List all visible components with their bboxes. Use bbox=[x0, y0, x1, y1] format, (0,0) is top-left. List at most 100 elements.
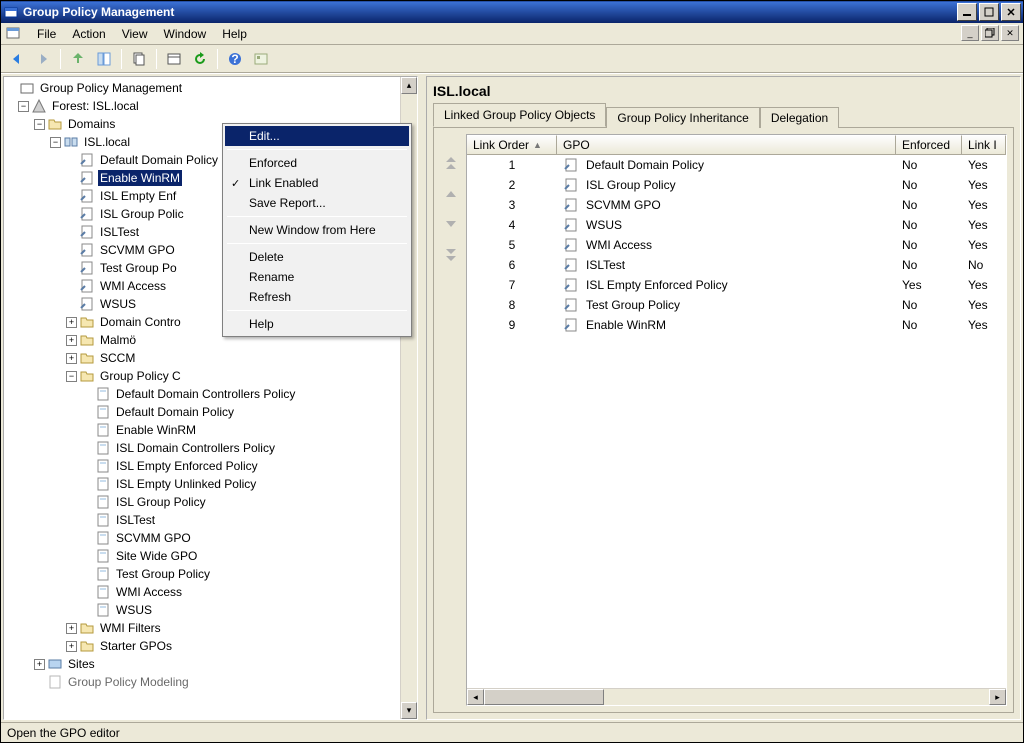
tree-gpo[interactable]: ISL Domain Controllers Policy bbox=[6, 439, 415, 457]
maximize-button[interactable] bbox=[979, 3, 999, 21]
list-row[interactable]: 6ISLTestNoNo bbox=[467, 255, 1006, 275]
back-button[interactable] bbox=[5, 47, 29, 71]
collapse-icon[interactable]: − bbox=[18, 101, 29, 112]
expand-icon[interactable]: + bbox=[66, 335, 77, 346]
tree-gp-modeling[interactable]: Group Policy Modeling bbox=[6, 673, 415, 691]
menu-file[interactable]: File bbox=[29, 25, 64, 43]
forward-button[interactable] bbox=[31, 47, 55, 71]
mdi-restore-button[interactable] bbox=[981, 25, 999, 41]
scroll-left-button[interactable]: ◂ bbox=[467, 689, 484, 705]
ctx-link-enabled[interactable]: ✓Link Enabled bbox=[225, 173, 409, 193]
collapse-icon[interactable]: − bbox=[50, 137, 61, 148]
gpo-link-icon bbox=[563, 237, 579, 253]
ctx-new-window[interactable]: New Window from Here bbox=[225, 220, 409, 240]
move-top-button[interactable] bbox=[441, 154, 461, 174]
tree-gpo[interactable]: Default Domain Controllers Policy bbox=[6, 385, 415, 403]
move-down-button[interactable] bbox=[441, 214, 461, 234]
gpo-link-icon bbox=[79, 296, 95, 312]
gpo-icon bbox=[95, 530, 111, 546]
tree-gpo[interactable]: ISL Group Policy bbox=[6, 493, 415, 511]
list-row[interactable]: 3SCVMM GPONoYes bbox=[467, 195, 1006, 215]
tree-forest[interactable]: − Forest: ISL.local bbox=[6, 97, 415, 115]
scroll-up-button[interactable]: ▴ bbox=[401, 77, 417, 94]
collapse-icon[interactable]: − bbox=[34, 119, 45, 130]
move-bottom-button[interactable] bbox=[441, 244, 461, 264]
gpo-list: Link Order▲ GPO Enforced Link I 1Default… bbox=[466, 134, 1007, 706]
properties-button[interactable] bbox=[162, 47, 186, 71]
tree-gpo[interactable]: Default Domain Policy bbox=[6, 403, 415, 421]
collapse-icon[interactable]: − bbox=[66, 371, 77, 382]
up-button[interactable] bbox=[66, 47, 90, 71]
scroll-down-button[interactable]: ▾ bbox=[401, 702, 417, 719]
scroll-thumb[interactable] bbox=[484, 689, 604, 705]
cell-gpo: WMI Access bbox=[557, 237, 896, 253]
splitter[interactable] bbox=[420, 74, 424, 722]
tree-gpo[interactable]: ISL Empty Unlinked Policy bbox=[6, 475, 415, 493]
tree-gpo[interactable]: ISL Empty Enforced Policy bbox=[6, 457, 415, 475]
expand-icon[interactable]: + bbox=[66, 317, 77, 328]
menu-view[interactable]: View bbox=[114, 25, 156, 43]
tab-gp-inheritance[interactable]: Group Policy Inheritance bbox=[606, 107, 759, 128]
list-hscroll[interactable]: ◂ ▸ bbox=[467, 688, 1006, 705]
tree-node-label: Malmö bbox=[98, 332, 138, 348]
list-row[interactable]: 9Enable WinRMNoYes bbox=[467, 315, 1006, 335]
tree-root[interactable]: Group Policy Management bbox=[6, 79, 415, 97]
tree-gpo[interactable]: SCVMM GPO bbox=[6, 529, 415, 547]
ctx-edit[interactable]: Edit... bbox=[225, 126, 409, 146]
menubar: File Action View Window Help _ ✕ bbox=[1, 23, 1023, 45]
list-body: 1Default Domain PolicyNoYes2ISL Group Po… bbox=[467, 155, 1006, 688]
list-row[interactable]: 5WMI AccessNoYes bbox=[467, 235, 1006, 255]
expand-icon[interactable]: + bbox=[34, 659, 45, 670]
expand-icon[interactable]: + bbox=[66, 641, 77, 652]
col-link-order[interactable]: Link Order▲ bbox=[467, 135, 557, 154]
tree-gpo[interactable]: ISLTest bbox=[6, 511, 415, 529]
tree-gpo[interactable]: Test Group Policy bbox=[6, 565, 415, 583]
options-button[interactable] bbox=[249, 47, 273, 71]
refresh-button[interactable] bbox=[188, 47, 212, 71]
list-row[interactable]: 1Default Domain PolicyNoYes bbox=[467, 155, 1006, 175]
list-row[interactable]: 2ISL Group PolicyNoYes bbox=[467, 175, 1006, 195]
tree-node-label: WMI Access bbox=[98, 278, 168, 294]
expand-icon[interactable]: + bbox=[66, 623, 77, 634]
ctx-refresh[interactable]: Refresh bbox=[225, 287, 409, 307]
cell-enforced: No bbox=[896, 158, 962, 172]
menu-action[interactable]: Action bbox=[64, 25, 113, 43]
list-row[interactable]: 8Test Group PolicyNoYes bbox=[467, 295, 1006, 315]
show-hide-tree-button[interactable] bbox=[92, 47, 116, 71]
tree-gpo[interactable]: Enable WinRM bbox=[6, 421, 415, 439]
ctx-delete[interactable]: Delete bbox=[225, 247, 409, 267]
tree-starter-gpos[interactable]: + Starter GPOs bbox=[6, 637, 415, 655]
tree-gpo[interactable]: WSUS bbox=[6, 601, 415, 619]
gpo-icon bbox=[95, 584, 111, 600]
col-link[interactable]: Link I bbox=[962, 135, 1006, 154]
help-button[interactable]: ? bbox=[223, 47, 247, 71]
col-gpo[interactable]: GPO bbox=[557, 135, 896, 154]
tab-delegation[interactable]: Delegation bbox=[760, 107, 839, 128]
tree-gpo[interactable]: WMI Access bbox=[6, 583, 415, 601]
ctx-save-report[interactable]: Save Report... bbox=[225, 193, 409, 213]
tree-gpo-container[interactable]: − Group Policy C bbox=[6, 367, 415, 385]
scroll-right-button[interactable]: ▸ bbox=[989, 689, 1006, 705]
cell-gpo: ISL Group Policy bbox=[557, 177, 896, 193]
tree-wmi-filters[interactable]: + WMI Filters bbox=[6, 619, 415, 637]
col-enforced[interactable]: Enforced bbox=[896, 135, 962, 154]
tree-gpo[interactable]: Site Wide GPO bbox=[6, 547, 415, 565]
ctx-rename[interactable]: Rename bbox=[225, 267, 409, 287]
tab-linked-gpos[interactable]: Linked Group Policy Objects bbox=[433, 103, 606, 127]
move-up-button[interactable] bbox=[441, 184, 461, 204]
minimize-button[interactable] bbox=[957, 3, 977, 21]
ctx-help[interactable]: Help bbox=[225, 314, 409, 334]
ctx-enforced[interactable]: Enforced bbox=[225, 153, 409, 173]
mdi-minimize-button[interactable]: _ bbox=[961, 25, 979, 41]
cell-gpo: Default Domain Policy bbox=[557, 157, 896, 173]
list-row[interactable]: 4WSUSNoYes bbox=[467, 215, 1006, 235]
tree-sites[interactable]: + Sites bbox=[6, 655, 415, 673]
close-button[interactable] bbox=[1001, 3, 1021, 21]
menu-help[interactable]: Help bbox=[214, 25, 255, 43]
copy-button[interactable] bbox=[127, 47, 151, 71]
mdi-close-button[interactable]: ✕ bbox=[1001, 25, 1019, 41]
list-row[interactable]: 7ISL Empty Enforced PolicyYesYes bbox=[467, 275, 1006, 295]
menu-window[interactable]: Window bbox=[156, 25, 215, 43]
expand-icon[interactable]: + bbox=[66, 353, 77, 364]
tree-ou[interactable]: +SCCM bbox=[6, 349, 415, 367]
